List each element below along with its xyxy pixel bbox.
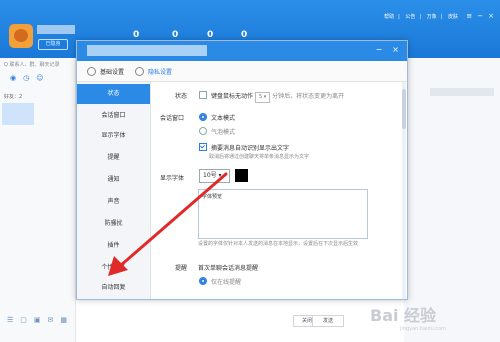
avatar[interactable] (9, 24, 33, 48)
clock-icon[interactable]: ◷ (23, 74, 29, 82)
nav-item-status[interactable]: 状态 (77, 84, 150, 104)
nav-item-session[interactable]: 会话窗口 (77, 106, 150, 126)
session-label: 会话窗口 (160, 115, 185, 122)
masked-chat-title (430, 88, 494, 96)
watermark-url: jingyan.baidu.com (400, 326, 447, 332)
wanxiang-link[interactable]: 万象 (427, 14, 437, 20)
contact-panel (0, 58, 76, 342)
top-links: 帮助 | 公告 | 万象 | 皮肤 (384, 14, 458, 20)
auto-display-checkbox[interactable] (199, 143, 207, 151)
chat-icon[interactable]: ◉ (10, 74, 16, 82)
tab-privacy[interactable]: 隐私设置 (135, 67, 172, 76)
doc-icon[interactable]: ▢ (20, 316, 27, 324)
minimize-icon[interactable]: − (477, 12, 483, 20)
contact-search-input[interactable]: Q 联系人、群、聊天记录 (4, 60, 74, 70)
menu-icon[interactable]: ≡ (466, 12, 472, 20)
mail-icon[interactable]: ✉ (48, 316, 54, 324)
close-icon[interactable]: × (392, 45, 399, 54)
notice-link[interactable]: 公告 (405, 14, 415, 20)
status-label: 状态 (175, 93, 188, 100)
nav-item-auto-reply[interactable]: 自动回复 (77, 278, 150, 298)
settings-tabs: 基础设置 隐私设置 (77, 61, 407, 82)
auto-display-option[interactable]: 摘要消息自动识别显示出文字 (199, 143, 289, 152)
counter-2: 0 (172, 30, 179, 40)
tab-basic[interactable]: 基础设置 (87, 67, 124, 76)
close-icon[interactable]: × (488, 12, 494, 20)
bottom-toolbar: ☰ ▢ ▣ ✉ ▦ (7, 316, 74, 324)
menu-icon[interactable]: ☰ (7, 316, 13, 324)
font-color-swatch[interactable] (235, 169, 248, 182)
text-mode-radio[interactable] (199, 113, 207, 121)
counter-3: 0 (207, 30, 214, 40)
nav-item-font[interactable]: 显示字体 (77, 126, 150, 146)
help-link[interactable]: 帮助 (384, 14, 394, 20)
session-hint: 取消后将通过创建聊天将单条消息显示为文字 (209, 154, 310, 160)
idle-row: 键盘鼠标无动作 5 ▾ 分钟后，将状态变更为离开 (199, 91, 344, 103)
skin-link[interactable]: 皮肤 (448, 14, 458, 20)
annotation-arrow (108, 172, 228, 276)
gear-icon (87, 67, 96, 76)
window-controls: ≡ − × (461, 12, 494, 20)
counter-4: 0 (241, 30, 248, 40)
friend-count: 好友：2 (4, 94, 23, 100)
status-badge[interactable]: 已隐身 (38, 39, 68, 50)
app-icon[interactable]: ▦ (60, 316, 67, 324)
watermark-logo: Bai 经验 (370, 306, 437, 325)
masked-username (37, 25, 75, 34)
calendar-icon[interactable]: ▣ (34, 316, 41, 324)
idle-minutes-select[interactable]: 5 ▾ (254, 92, 271, 103)
text-mode-option[interactable]: 文本模式 (199, 113, 235, 122)
nav-item-remind[interactable]: 提醒 (77, 148, 150, 168)
minimize-icon[interactable]: − (376, 45, 383, 54)
scrollbar-thumb[interactable] (402, 89, 406, 129)
bubble-mode-radio[interactable] (199, 127, 207, 135)
idle-checkbox[interactable] (199, 91, 207, 99)
user-icon[interactable]: ☺ (36, 74, 43, 82)
chat-send-button[interactable]: 发送 (312, 315, 344, 327)
bubble-mode-option[interactable]: 气泡模式 (199, 127, 235, 136)
contact-row-selected[interactable] (2, 103, 34, 125)
contact-tabs: ◉ ◷ ☺ (10, 74, 51, 82)
chat-area (404, 58, 500, 342)
lock-icon (135, 67, 144, 76)
dialog-controls: − × (366, 45, 399, 54)
counter-1: 0 (133, 30, 140, 40)
masked-dialog-title (87, 45, 207, 56)
